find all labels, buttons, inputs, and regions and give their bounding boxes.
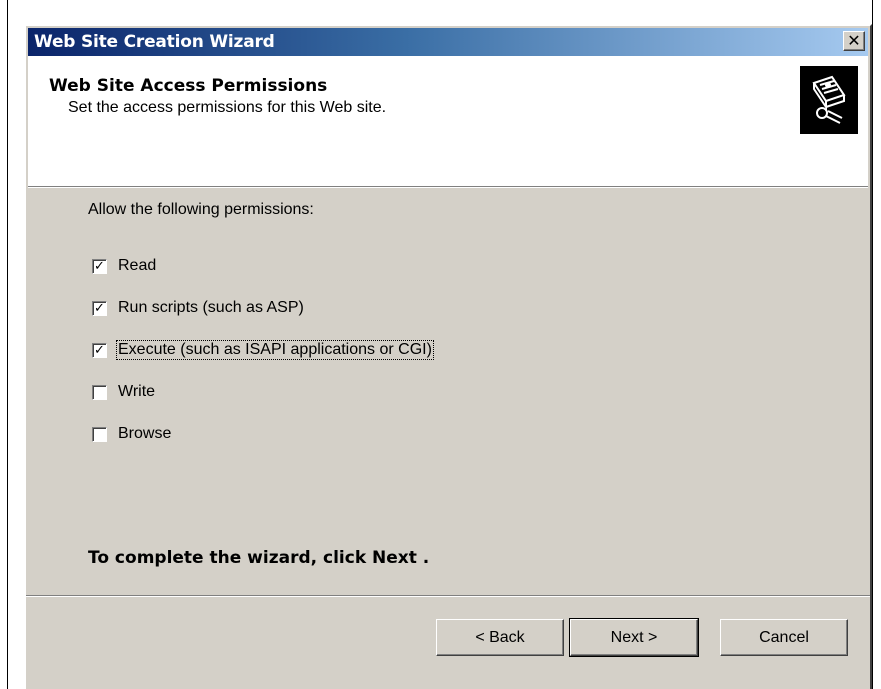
execute-label[interactable]: Execute (such as ISAPI applications or C… xyxy=(116,340,434,360)
run-scripts-checkbox[interactable]: ✓ xyxy=(92,300,107,316)
completion-instruction: To complete the wizard, click Next . xyxy=(88,548,430,568)
window-title: Web Site Creation Wizard xyxy=(34,32,275,52)
browse-label[interactable]: Browse xyxy=(117,425,172,443)
write-checkbox[interactable] xyxy=(92,384,107,400)
allow-permissions-label: Allow the following permissions: xyxy=(88,201,314,218)
write-label[interactable]: Write xyxy=(117,383,156,401)
run-scripts-label[interactable]: Run scripts (such as ASP) xyxy=(117,299,305,317)
button-separator xyxy=(26,595,870,597)
close-button[interactable]: ✕ xyxy=(843,31,865,51)
cancel-button[interactable]: Cancel xyxy=(720,619,848,656)
page-subtitle: Set the access permissions for this Web … xyxy=(68,99,387,116)
page-title: Web Site Access Permissions xyxy=(49,76,328,96)
next-button[interactable]: Next > xyxy=(569,618,699,657)
permission-execute[interactable]: ✓ Execute (such as ISAPI applications or… xyxy=(92,339,434,361)
read-checkbox[interactable]: ✓ xyxy=(92,258,107,274)
back-button[interactable]: < Back xyxy=(436,619,564,656)
page-border-left xyxy=(7,0,8,689)
wizard-book-icon xyxy=(800,66,858,134)
browse-checkbox[interactable] xyxy=(92,426,107,442)
wizard-header: Web Site Access Permissions Set the acce… xyxy=(28,56,868,188)
permission-browse[interactable]: Browse xyxy=(92,423,172,445)
permission-write[interactable]: Write xyxy=(92,381,156,403)
title-bar[interactable]: Web Site Creation Wizard ✕ xyxy=(28,28,868,56)
page-border-right xyxy=(872,0,873,689)
wizard-dialog: Web Site Creation Wizard ✕ Web Site Acce… xyxy=(24,24,872,689)
permission-read[interactable]: ✓ Read xyxy=(92,255,157,277)
read-label[interactable]: Read xyxy=(117,257,157,275)
permission-run-scripts[interactable]: ✓ Run scripts (such as ASP) xyxy=(92,297,305,319)
execute-checkbox[interactable]: ✓ xyxy=(92,342,107,358)
close-icon: ✕ xyxy=(847,31,861,50)
